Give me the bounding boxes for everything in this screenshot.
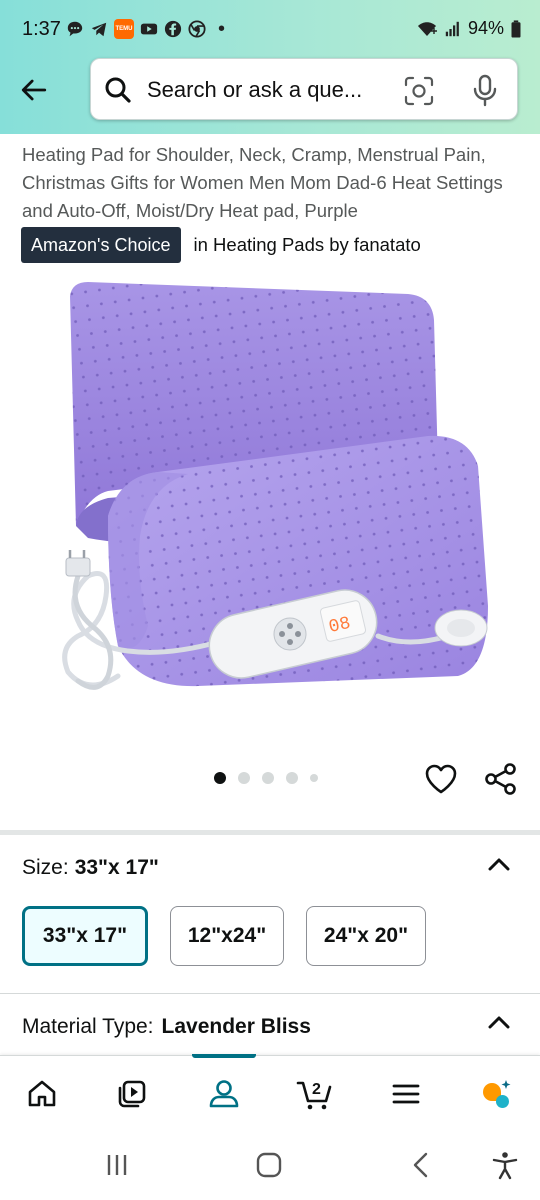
back-icon xyxy=(413,1152,428,1178)
facebook-icon xyxy=(164,20,182,38)
size-option-24x20[interactable]: 24"x 20" xyxy=(306,906,426,966)
battery-icon xyxy=(510,19,522,38)
home-icon xyxy=(28,1080,56,1107)
camera-scan-icon[interactable] xyxy=(403,75,435,107)
more-notifications-dot: • xyxy=(218,18,226,40)
battery-percent: 94% xyxy=(467,18,504,38)
section-divider xyxy=(0,830,540,835)
back-system-button[interactable] xyxy=(404,1150,438,1180)
size-option-12x24[interactable]: 12"x24" xyxy=(170,906,284,966)
material-selected-value: Lavender Bliss xyxy=(161,1015,311,1038)
chevron-up-icon[interactable] xyxy=(484,852,514,876)
material-label-text: Material Type: xyxy=(22,1015,154,1038)
cart-icon: 2 xyxy=(296,1081,332,1110)
accessibility-button[interactable] xyxy=(488,1150,522,1180)
youtube-icon xyxy=(140,20,158,38)
nav-rufus[interactable] xyxy=(476,1074,516,1114)
accessibility-icon xyxy=(492,1152,518,1180)
product-image[interactable]: 08 xyxy=(48,276,492,720)
signal-icon xyxy=(444,20,462,38)
section-divider-thin xyxy=(0,993,540,994)
chevron-up-icon[interactable] xyxy=(484,1010,514,1034)
arrow-left-icon xyxy=(21,79,47,101)
home-circle-icon xyxy=(256,1152,282,1178)
nav-cart[interactable]: 2 xyxy=(296,1074,336,1114)
size-label[interactable]: Size: 33"x 17" xyxy=(22,856,159,880)
image-carousel-dots[interactable] xyxy=(214,772,318,784)
carousel-dot-5[interactable] xyxy=(310,774,318,782)
amazons-choice-badge: Amazon's Choice xyxy=(21,227,181,263)
recents-button[interactable] xyxy=(100,1150,134,1180)
cart-count: 2 xyxy=(312,1081,321,1098)
system-navigation xyxy=(0,1130,540,1200)
microphone-icon[interactable] xyxy=(469,74,501,108)
search-bar[interactable]: Search or ask a que... xyxy=(90,58,518,120)
telegram-icon xyxy=(90,20,108,38)
plug xyxy=(65,557,91,577)
nav-inspire[interactable] xyxy=(112,1074,152,1114)
notification-icons: TEMU • xyxy=(66,19,225,39)
recents-icon xyxy=(107,1155,127,1175)
app-header: 1:37 TEMU • 94% Search or ask a que... xyxy=(0,0,540,134)
chat-bubble-icon xyxy=(66,20,84,38)
active-tab-indicator xyxy=(192,1054,256,1058)
heart-icon[interactable] xyxy=(422,760,460,798)
search-icon xyxy=(105,77,131,103)
size-option-33x17[interactable]: 33"x 17" xyxy=(22,906,148,966)
size-options: 33"x 17" 12"x24" 24"x 20" xyxy=(22,906,426,966)
material-type-label[interactable]: Material Type: Lavender Bliss xyxy=(22,1015,311,1039)
carousel-dot-1[interactable] xyxy=(214,772,226,784)
amazons-choice-row[interactable]: Amazon's Choice in Heating Pads by fanat… xyxy=(21,227,421,263)
bottom-navigation: 2 xyxy=(0,1054,540,1130)
nav-home[interactable] xyxy=(22,1074,62,1114)
carousel-dot-2[interactable] xyxy=(238,772,250,784)
rufus-icon xyxy=(483,1080,511,1108)
nav-account[interactable] xyxy=(204,1074,244,1114)
temu-icon: TEMU xyxy=(114,19,134,39)
status-bar: 1:37 TEMU • 94% xyxy=(0,0,540,58)
status-time: 1:37 xyxy=(22,18,61,40)
amazons-choice-category[interactable]: in Heating Pads by fanatato xyxy=(194,234,421,256)
status-right: 94% xyxy=(416,18,522,39)
home-system-button[interactable] xyxy=(252,1150,286,1180)
back-button[interactable] xyxy=(14,70,54,110)
nav-menu[interactable] xyxy=(386,1074,426,1114)
carousel-dot-3[interactable] xyxy=(262,772,274,784)
carousel-dot-4[interactable] xyxy=(286,772,298,784)
size-label-text: Size: xyxy=(22,856,69,879)
chrome-icon xyxy=(188,20,206,38)
product-title[interactable]: Heating Pad for Shoulder, Neck, Cramp, M… xyxy=(22,141,522,225)
size-selected-value: 33"x 17" xyxy=(74,856,159,879)
menu-icon xyxy=(392,1084,420,1104)
wifi-icon xyxy=(416,20,438,38)
share-icon[interactable] xyxy=(482,760,520,798)
account-icon xyxy=(209,1080,239,1108)
search-input[interactable]: Search or ask a que... xyxy=(147,73,399,107)
inspire-play-icon xyxy=(118,1080,146,1108)
